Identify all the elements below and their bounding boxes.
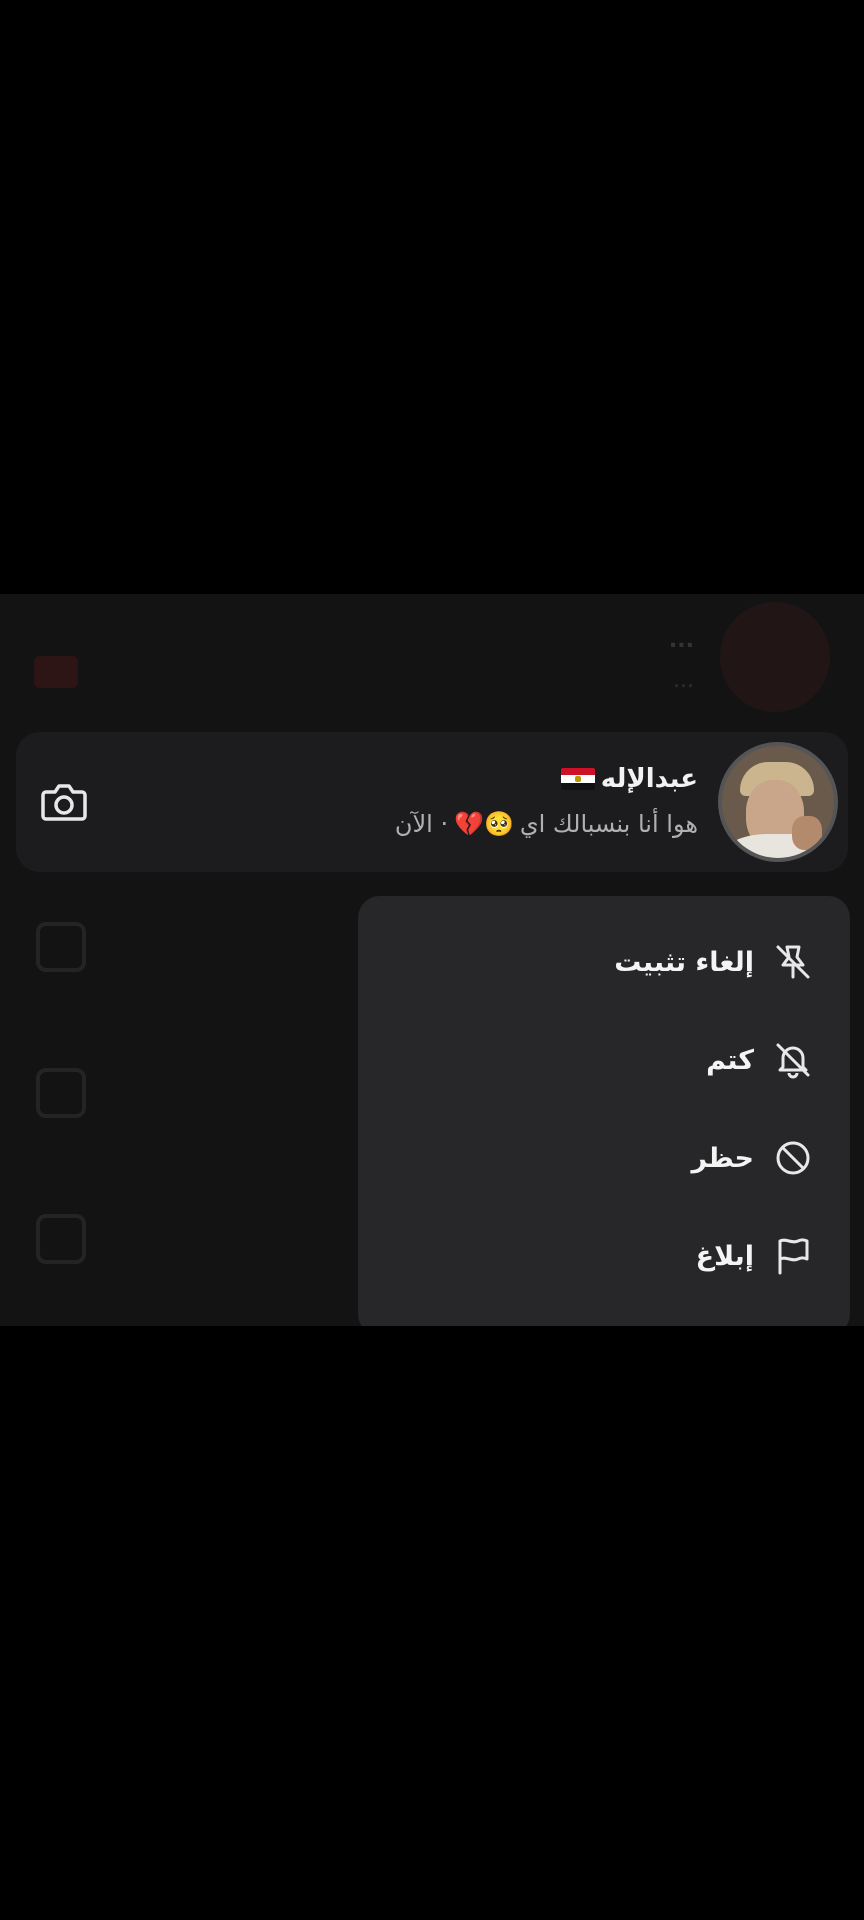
bell-off-icon <box>776 1043 810 1079</box>
menu-item-label: كتم <box>706 1044 754 1076</box>
menu-item-label: إبلاغ <box>695 1240 754 1272</box>
menu-item-unpin[interactable]: إلغاء تثبيت <box>614 932 814 992</box>
block-icon <box>776 1141 810 1175</box>
background-avatar <box>720 602 830 712</box>
unpin-icon <box>776 945 810 979</box>
contact-name: عبدالإله <box>600 764 698 794</box>
menu-item-label: إلغاء تثبيت <box>614 946 754 978</box>
flag-icon <box>778 1238 809 1275</box>
background-chat-title: ... <box>668 628 694 653</box>
background-chat-row: ... ... <box>0 602 864 712</box>
conversation-title: عبدالإله <box>560 764 698 794</box>
menu-item-block[interactable]: حظر <box>691 1128 814 1188</box>
background-camera-icon <box>36 922 86 972</box>
preview-text: هوا أنا بنسبالك اي <box>519 810 698 838</box>
preview-emoji: 🥺💔 <box>454 810 514 838</box>
context-menu: إلغاء تثبيت كتم حظر إبلاغ <box>358 896 850 1326</box>
chat-list-screen: ... ... عبدالإله هوا أنا بنسبالك اي 🥺💔 ·… <box>0 594 864 1326</box>
background-camera-icon <box>36 1214 86 1264</box>
timestamp: · الآن <box>394 810 449 838</box>
conversation-row[interactable]: عبدالإله هوا أنا بنسبالك اي 🥺💔 · الآن <box>16 732 848 872</box>
background-camera-icon <box>36 1068 86 1118</box>
background-badge <box>34 656 78 688</box>
egypt-flag-icon <box>560 768 595 790</box>
background-chat-preview: ... <box>673 668 694 693</box>
avatar-hand <box>792 816 822 850</box>
menu-item-report[interactable]: إبلاغ <box>696 1226 814 1286</box>
message-preview: هوا أنا بنسبالك اي 🥺💔 · الآن <box>395 810 698 838</box>
menu-item-mute[interactable]: كتم <box>706 1030 814 1090</box>
avatar[interactable] <box>718 742 838 862</box>
camera-icon <box>41 784 87 821</box>
camera-button[interactable] <box>38 776 90 828</box>
menu-item-label: حظر <box>691 1142 754 1174</box>
